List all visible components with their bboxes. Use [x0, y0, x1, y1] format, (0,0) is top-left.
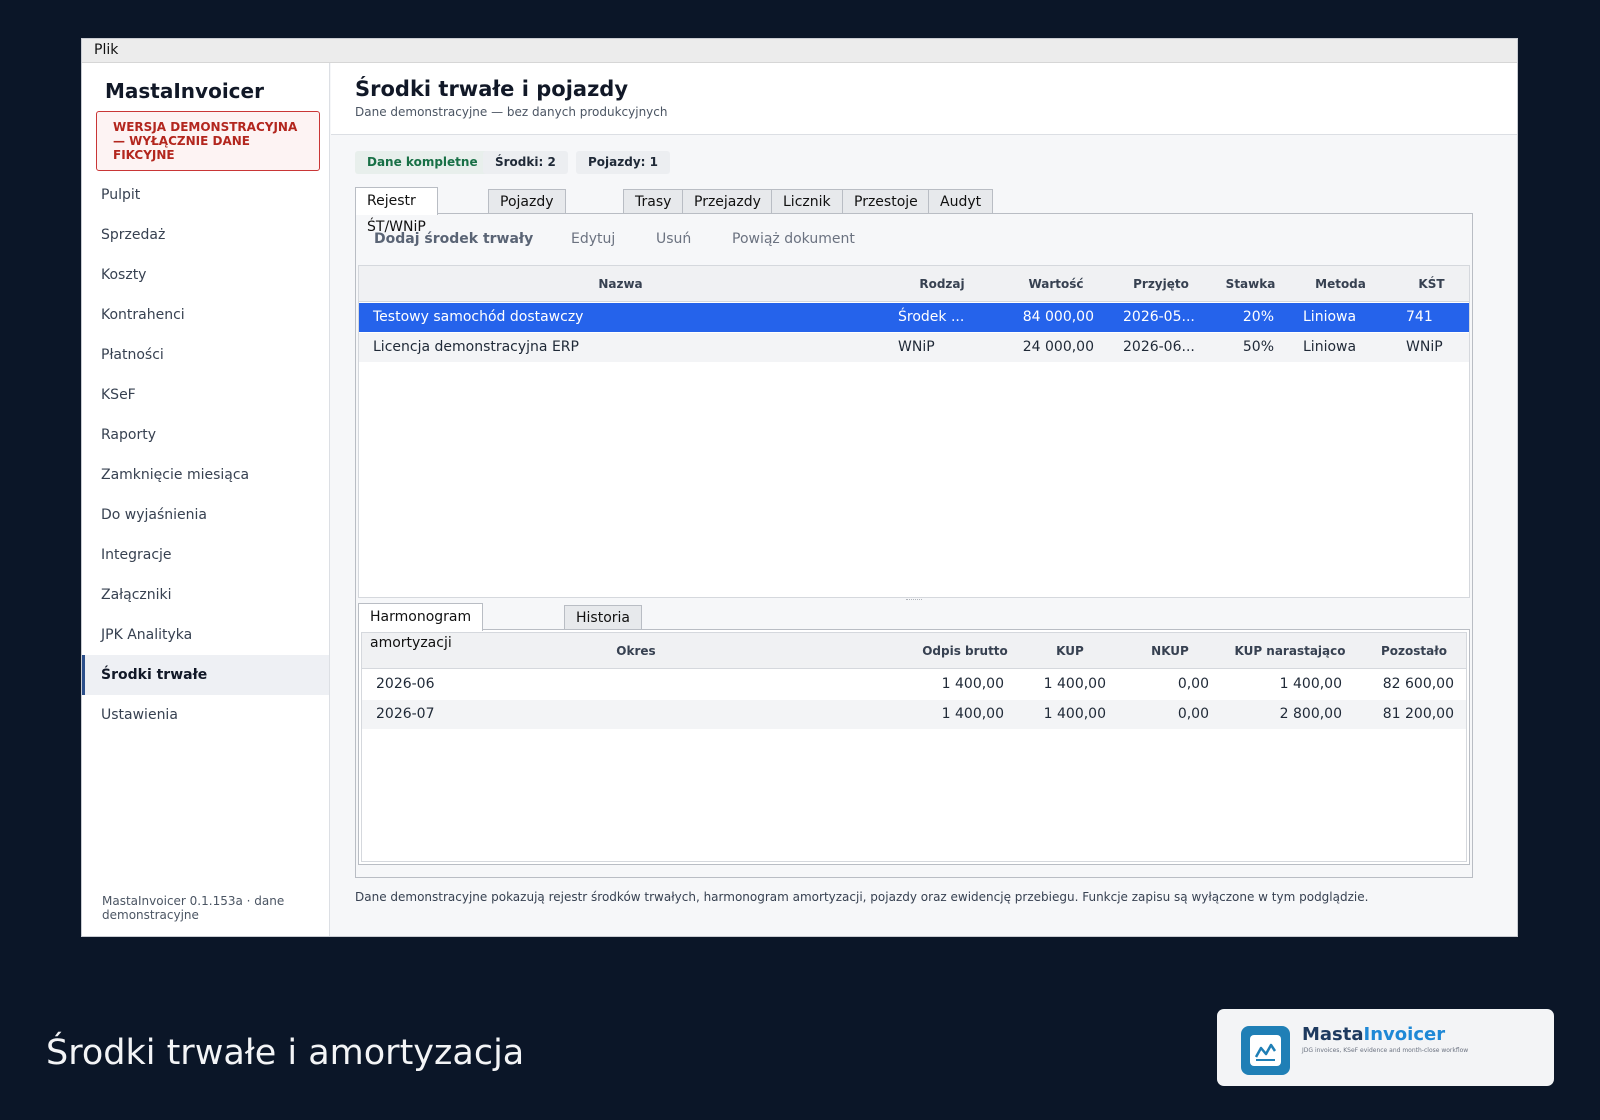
brand-name: MastaInvoicer: [1302, 1024, 1445, 1045]
menu-bar: Plik: [82, 39, 1517, 63]
tab-pojazdy-vat26[interactable]: Pojazdy i VAT-26: [488, 189, 566, 258]
schedule-table-header: Okres Odpis brutto KUP NKUP KUP narastaj…: [362, 633, 1466, 669]
cell-method: Liniowa: [1303, 339, 1357, 355]
status-badge-complete: Dane kompletne: [355, 151, 490, 174]
sidebar-item-koszty[interactable]: Koszty: [82, 255, 329, 295]
tab-harmonogram[interactable]: Harmonogram amortyzacji: [358, 603, 484, 651]
sidebar-item-ustawienia[interactable]: Ustawienia: [82, 695, 329, 735]
brand-name-part2: Invoicer: [1363, 1024, 1446, 1045]
delete-button[interactable]: Usuń: [656, 231, 691, 247]
column-header-type[interactable]: Rodzaj: [882, 266, 1002, 302]
splitter-handle[interactable]: [906, 599, 922, 602]
page-subtitle: Dane demonstracyjne — bez danych produkc…: [355, 105, 668, 119]
sidebar-item-jpk-analityka[interactable]: JPK Analityka: [82, 615, 329, 655]
cell-kst: WNiP: [1406, 339, 1443, 355]
edit-button[interactable]: Edytuj: [571, 231, 615, 247]
register-panel: Dodaj środek trwały Edytuj Usuń Powiąż d…: [355, 213, 1473, 878]
column-header-kup-cumulative[interactable]: KUP narastająco: [1220, 633, 1360, 669]
bottom-note: Dane demonstracyjne pokazują rejestr śro…: [355, 890, 1369, 904]
cell-date: 2026-06...: [1123, 339, 1195, 355]
cell-period: 2026-06: [376, 676, 435, 692]
cell-kup-cumulative: 1 400,00: [1279, 676, 1342, 692]
cell-kup: 1 400,00: [1043, 706, 1106, 722]
cell-type: Środek ...: [898, 309, 965, 325]
schedule-table: Okres Odpis brutto KUP NKUP KUP narastaj…: [361, 632, 1467, 862]
sidebar-item-srodki-trwale[interactable]: Środki trwałe: [82, 655, 329, 695]
status-badge-assets: Środki: 2: [483, 151, 568, 174]
cell-nkup: 0,00: [1177, 676, 1209, 692]
sidebar-item-platnosci[interactable]: Płatności: [82, 335, 329, 375]
menu-file[interactable]: Plik: [94, 39, 118, 62]
cell-name: Licencja demonstracyjna ERP: [373, 339, 579, 355]
sidebar-item-pulpit[interactable]: Pulpit: [82, 175, 329, 215]
column-header-kst[interactable]: KŚT: [1392, 266, 1471, 302]
app-name: MastaInvoicer: [105, 79, 264, 103]
cell-remaining: 81 200,00: [1382, 706, 1454, 722]
sidebar: MastaInvoicer WERSJA DEMONSTRACYJNA — WY…: [82, 63, 330, 936]
cell-type: WNiP: [898, 339, 935, 355]
assets-table-header: Nazwa Rodzaj Wartość Przyjęto Stawka Met…: [359, 266, 1469, 302]
cell-rate: 20%: [1242, 309, 1274, 325]
brand-logo-card: MastaInvoicer JDG invoices, KSeF evidenc…: [1217, 1009, 1554, 1086]
column-header-gross[interactable]: Odpis brutto: [910, 633, 1020, 669]
link-document-button[interactable]: Powiąż dokument: [732, 231, 855, 247]
column-header-kup[interactable]: KUP: [1020, 633, 1120, 669]
sidebar-item-ksef[interactable]: KSeF: [82, 375, 329, 415]
brand-logo-icon: [1241, 1026, 1290, 1075]
slide-caption: Środki trwałe i amortyzacja: [46, 1033, 525, 1073]
cell-method: Liniowa: [1303, 309, 1357, 325]
page-title: Środki trwałe i pojazdy: [355, 77, 629, 101]
cell-nkup: 0,00: [1177, 706, 1209, 722]
cell-kup-cumulative: 2 800,00: [1279, 706, 1342, 722]
tab-licznik[interactable]: Licznik: [771, 189, 843, 214]
column-header-value[interactable]: Wartość: [1002, 266, 1110, 302]
sidebar-item-raporty[interactable]: Raporty: [82, 415, 329, 455]
cell-kup: 1 400,00: [1043, 676, 1106, 692]
table-row[interactable]: 2026-07 1 400,00 1 400,00 0,00 2 800,00 …: [362, 700, 1466, 729]
tab-trasy[interactable]: Trasy: [623, 189, 684, 214]
column-header-rate[interactable]: Stawka: [1212, 266, 1289, 302]
column-header-remaining[interactable]: Pozostało: [1360, 633, 1468, 669]
sidebar-item-integracje[interactable]: Integracje: [82, 535, 329, 575]
cell-gross: 1 400,00: [941, 706, 1004, 722]
tab-rejestr[interactable]: Rejestr ŚT/WNiP: [355, 187, 438, 235]
cell-period: 2026-07: [376, 706, 435, 722]
version-info: MastaInvoicer 0.1.153a · dane demonstrac…: [102, 894, 285, 922]
cell-rate: 50%: [1242, 339, 1274, 355]
app-window: Plik MastaInvoicer WERSJA DEMONSTRACYJNA…: [81, 38, 1518, 937]
sidebar-item-zamkniecie-miesiaca[interactable]: Zamknięcie miesiąca: [82, 455, 329, 495]
cell-kst: 741: [1406, 309, 1433, 325]
tab-przejazdy[interactable]: Przejazdy: [682, 189, 773, 214]
cell-value: 24 000,00: [1022, 339, 1094, 355]
cell-remaining: 82 600,00: [1382, 676, 1454, 692]
assets-table: Nazwa Rodzaj Wartość Przyjęto Stawka Met…: [358, 265, 1470, 598]
cell-value: 84 000,00: [1022, 309, 1094, 325]
table-row[interactable]: Licencja demonstracyjna ERP WNiP 24 000,…: [359, 333, 1469, 362]
table-row[interactable]: Testowy samochód dostawczy Środek ... 84…: [359, 303, 1469, 332]
column-header-nkup[interactable]: NKUP: [1120, 633, 1220, 669]
cell-date: 2026-05...: [1123, 309, 1195, 325]
schedule-panel: Okres Odpis brutto KUP NKUP KUP narastaj…: [358, 629, 1470, 865]
sidebar-item-sprzedaz[interactable]: Sprzedaż: [82, 215, 329, 255]
table-row[interactable]: 2026-06 1 400,00 1 400,00 0,00 1 400,00 …: [362, 670, 1466, 699]
column-header-method[interactable]: Metoda: [1289, 266, 1392, 302]
tab-historia[interactable]: Historia środka: [564, 605, 642, 650]
column-header-date[interactable]: Przyjęto: [1110, 266, 1212, 302]
tab-przestoje[interactable]: Przestoje: [842, 189, 930, 214]
sidebar-item-do-wyjasnienia[interactable]: Do wyjaśnienia: [82, 495, 329, 535]
chart-icon: [1254, 1043, 1277, 1061]
main-content: Środki trwałe i pojazdy Dane demonstracy…: [331, 63, 1517, 936]
tab-audyt[interactable]: Audyt: [928, 189, 994, 214]
cell-name: Testowy samochód dostawczy: [373, 309, 584, 325]
cell-gross: 1 400,00: [941, 676, 1004, 692]
sidebar-item-kontrahenci[interactable]: Kontrahenci: [82, 295, 329, 335]
sidebar-item-zalaczniki[interactable]: Załączniki: [82, 575, 329, 615]
page-header: Środki trwałe i pojazdy Dane demonstracy…: [331, 63, 1517, 135]
status-badge-vehicles: Pojazdy: 1: [576, 151, 670, 174]
demo-warning-badge: WERSJA DEMONSTRACYJNA — WYŁĄCZNIE DANE F…: [96, 111, 320, 171]
brand-tagline: JDG invoices, KSeF evidence and month-cl…: [1302, 1047, 1469, 1054]
brand-name-part1: Masta: [1302, 1024, 1364, 1045]
column-header-name[interactable]: Nazwa: [359, 266, 882, 302]
